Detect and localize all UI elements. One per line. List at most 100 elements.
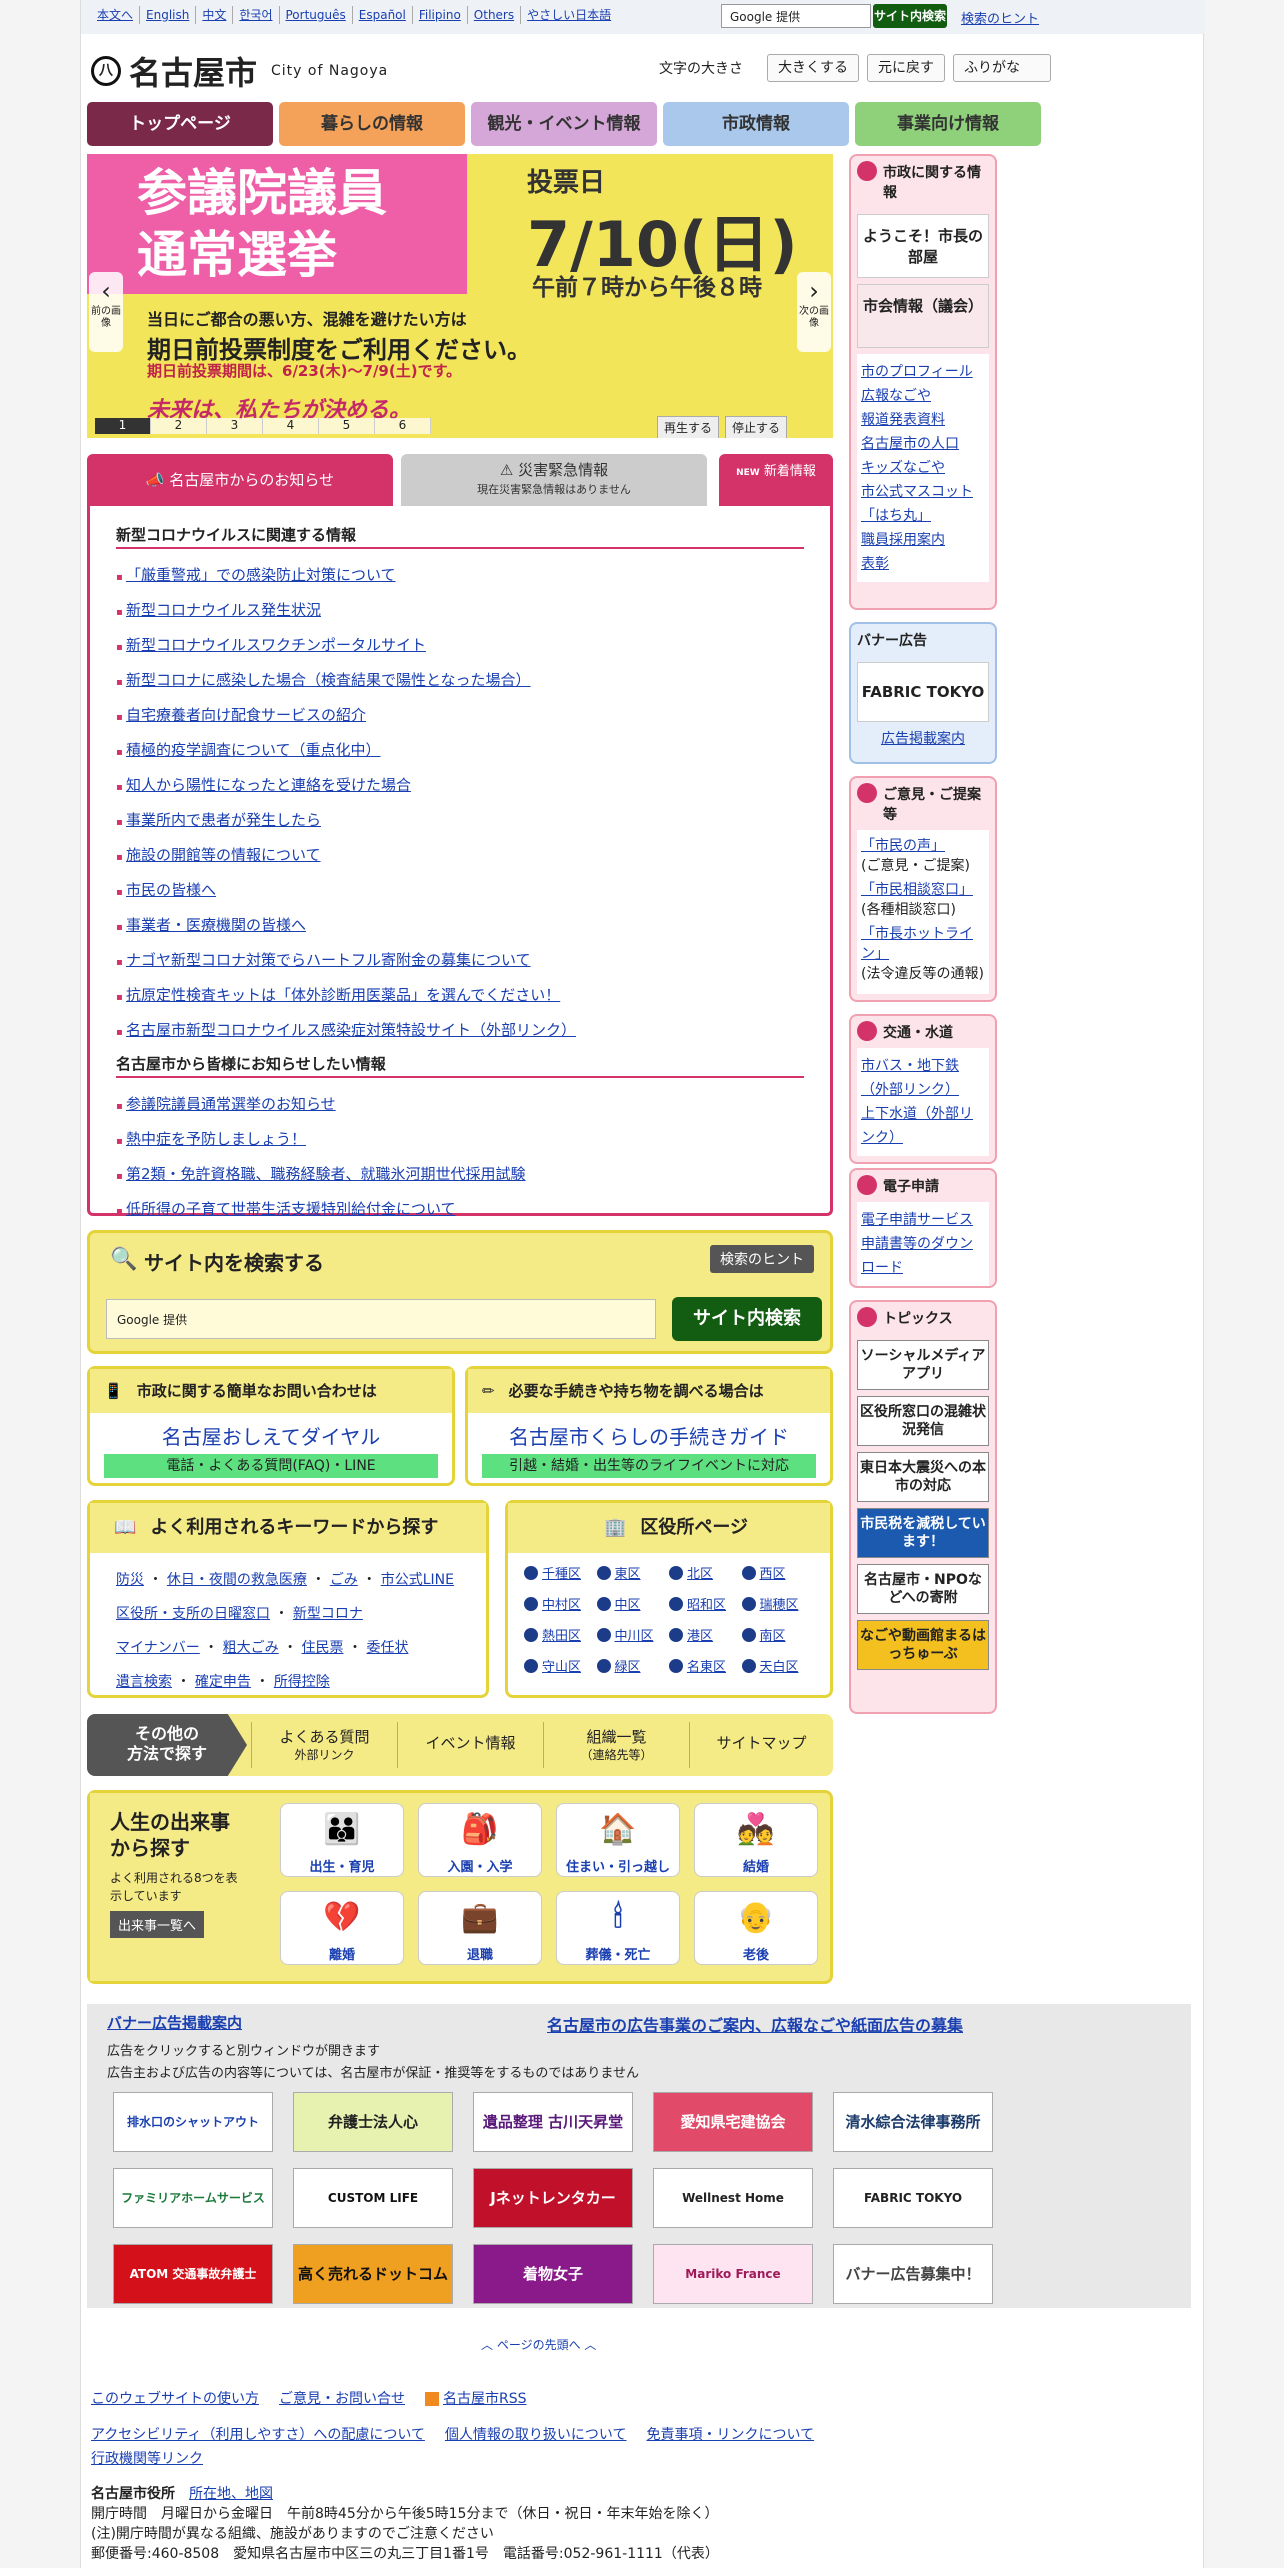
ward-link[interactable]: 東区 xyxy=(615,1563,641,1582)
ad-banner[interactable]: バナー広告募集中！ xyxy=(833,2244,993,2304)
slide-dot[interactable]: 2 xyxy=(151,418,207,434)
nav-business[interactable]: 事業向け情報 xyxy=(855,102,1041,146)
news-link[interactable]: 「厳重警戒」での感染防止対策について xyxy=(126,566,396,584)
nav-living[interactable]: 暮らしの情報 xyxy=(279,102,465,146)
ward-link[interactable]: 名東区 xyxy=(687,1656,726,1675)
keyword-link[interactable]: 委任状 xyxy=(366,1640,408,1656)
site-search-input[interactable]: Google 提供 xyxy=(106,1299,656,1339)
news-link[interactable]: 新型コロナウイルス発生状況 xyxy=(126,601,321,619)
topic-banner[interactable]: 名古屋市・NPOなどへの寄附 xyxy=(857,1564,989,1614)
slide-dot[interactable]: 1 xyxy=(95,418,151,434)
slide-dot[interactable]: 5 xyxy=(319,418,375,434)
ward-link[interactable]: 瑞穂区 xyxy=(760,1594,799,1613)
lang-link[interactable]: Português xyxy=(278,6,352,24)
ward-link[interactable]: 熱田区 xyxy=(542,1625,581,1644)
ad-banner[interactable]: FABRIC TOKYO xyxy=(833,2168,993,2228)
ad-guide-link[interactable]: バナー広告掲載案内 xyxy=(107,2012,242,2033)
council-link[interactable]: 市会情報（議会） xyxy=(857,284,989,348)
ad-banner[interactable]: 清水綜合法律事務所 xyxy=(833,2092,993,2152)
ward-item[interactable]: 守山区 xyxy=(524,1656,597,1675)
ad-banner[interactable]: ATOM 交通事故弁護士 xyxy=(113,2244,273,2304)
ad-banner[interactable]: CUSTOM LIFE xyxy=(293,2168,453,2228)
keyword-link[interactable]: 所得控除 xyxy=(274,1674,330,1690)
topic-banner[interactable]: 市民税を減税しています！ xyxy=(857,1508,989,1558)
topic-banner[interactable]: 東日本大震災への本市の対応 xyxy=(857,1452,989,1502)
page-top-link[interactable]: ︿ ページの先頭へ ︿ xyxy=(481,2336,596,2353)
ward-item[interactable]: 瑞穂区 xyxy=(741,1594,815,1613)
site-logo[interactable]: 八 名古屋市 City of Nagoya xyxy=(91,48,388,94)
news-link[interactable]: 知人から陽性になったと連絡を受けた場合 xyxy=(126,776,411,794)
city-info-link[interactable]: 市のプロフィール xyxy=(861,360,985,384)
city-info-link[interactable]: 職員採用案内 xyxy=(861,528,985,552)
footer-link[interactable]: アクセシビリティ（利用しやすさ）への配慮について xyxy=(91,2424,425,2444)
ward-link[interactable]: 中村区 xyxy=(542,1594,581,1613)
city-info-link[interactable]: 広報なごや xyxy=(861,384,985,408)
keyword-link[interactable]: ごみ xyxy=(330,1572,358,1588)
city-info-link[interactable]: 表彰 xyxy=(861,552,985,576)
ward-item[interactable]: 昭和区 xyxy=(669,1594,742,1613)
topic-banner[interactable]: 区役所窓口の混雑状況発信 xyxy=(857,1396,989,1446)
ad-info-link[interactable]: 広告掲載案内 xyxy=(851,728,995,748)
e-application-link[interactable]: 申請書等のダウンロード xyxy=(861,1232,985,1280)
ad-business-link[interactable]: 名古屋市の広告事業のご案内、広報なごや紙面広告の募集 xyxy=(547,2012,963,2036)
life-event-card[interactable]: 👪 出生・育児 xyxy=(280,1803,404,1877)
box-link[interactable]: 名古屋市くらしの手続きガイド xyxy=(468,1421,830,1450)
org-list-link[interactable]: 組織一覧 （連絡先等） xyxy=(543,1722,689,1768)
search-hint-button[interactable]: 検索のヒント xyxy=(710,1245,814,1273)
news-link[interactable]: ナゴヤ新型コロナ対策でらハートフル寄附金の募集について xyxy=(126,951,531,969)
ward-link[interactable]: 昭和区 xyxy=(687,1594,726,1613)
fabric-tokyo-ad[interactable]: FABRIC TOKYO xyxy=(857,662,989,722)
box-link[interactable]: 名古屋おしえてダイヤル xyxy=(90,1421,452,1450)
news-link[interactable]: 事業所内で患者が発生したら xyxy=(126,811,321,829)
keyword-link[interactable]: 遺言検索 xyxy=(116,1674,172,1690)
ward-link[interactable]: 西区 xyxy=(760,1563,786,1582)
topic-banner[interactable]: ソーシャルメディアアプリ xyxy=(857,1340,989,1390)
keyword-link[interactable]: 新型コロナ xyxy=(293,1606,363,1622)
news-link[interactable]: 参議院議員通常選挙のお知らせ xyxy=(126,1095,336,1113)
ward-item[interactable]: 千種区 xyxy=(524,1563,597,1582)
nav-top[interactable]: トップページ xyxy=(87,102,273,146)
nav-administration[interactable]: 市政情報 xyxy=(663,102,849,146)
lang-link[interactable]: 本文へ xyxy=(91,6,139,24)
news-link[interactable]: 新型コロナに感染した場合（検査結果で陽性となった場合） xyxy=(126,671,531,689)
ward-item[interactable]: 西区 xyxy=(741,1563,815,1582)
news-link[interactable]: 熱中症を予防しましょう！ xyxy=(126,1130,306,1148)
keyword-link[interactable]: 区役所・支所の日曜窓口 xyxy=(116,1606,270,1622)
ward-link[interactable]: 天白区 xyxy=(760,1656,799,1675)
faq-link[interactable]: よくある質問 外部リンク xyxy=(251,1722,397,1768)
footer-link[interactable]: 行政機関等リンク xyxy=(91,2451,203,2467)
topic-banner[interactable]: なごや動画館まるはっちゅーぶ xyxy=(857,1620,989,1670)
keyword-link[interactable]: マイナンバー xyxy=(116,1640,200,1656)
ad-banner[interactable]: 高く売れるドットコム xyxy=(293,2244,453,2304)
ward-item[interactable]: 東区 xyxy=(596,1563,670,1582)
life-event-card[interactable]: 🏠 住まい・引っ越し xyxy=(556,1803,680,1877)
footer-link[interactable]: ご意見・お問い合せ xyxy=(279,2388,405,2408)
news-link[interactable]: 抗原定性検査キットは「体外診断用医薬品」を選んでください！ xyxy=(126,986,560,1004)
hero-carousel[interactable]: 参議院議員 通常選挙 投票日 7/10(日) 午前７時から午後８時 当日にご都合の… xyxy=(87,154,833,438)
city-info-link[interactable]: 名古屋市の人口 xyxy=(861,432,985,456)
news-link[interactable]: 市民の皆様へ xyxy=(126,881,216,899)
ad-banner[interactable]: Jネットレンタカー xyxy=(473,2168,633,2228)
transport-link[interactable]: 上下水道（外部リンク） xyxy=(861,1102,985,1150)
life-event-card[interactable]: 💼 退職 xyxy=(418,1891,542,1965)
ward-item[interactable]: 緑区 xyxy=(596,1656,670,1675)
ad-banner[interactable]: ファミリアホームサービス xyxy=(113,2168,273,2228)
sitemap-link[interactable]: サイトマップ xyxy=(689,1722,833,1768)
search-hint-link[interactable]: 検索のヒント xyxy=(961,8,1039,27)
lang-link[interactable]: やさしい日本語 xyxy=(520,6,617,24)
ward-link[interactable]: 緑区 xyxy=(615,1656,641,1675)
ad-banner[interactable]: 遺品整理 古川天昇堂 xyxy=(473,2092,633,2152)
stop-button[interactable]: 停止する xyxy=(725,416,788,438)
ward-item[interactable]: 熱田区 xyxy=(524,1625,597,1644)
life-event-card[interactable]: 👴 老後 xyxy=(694,1891,818,1965)
ward-item[interactable]: 港区 xyxy=(669,1625,742,1644)
lang-link[interactable]: 한국어 xyxy=(232,6,278,24)
news-link[interactable]: 事業者・医療機関の皆様へ xyxy=(126,916,306,934)
site-search-button[interactable]: サイト内検索 xyxy=(672,1297,822,1341)
keyword-link[interactable]: 防災 xyxy=(116,1572,144,1588)
lang-link[interactable]: 中文 xyxy=(195,6,232,24)
life-event-card[interactable]: 🎒 入園・入学 xyxy=(418,1803,542,1877)
ward-link[interactable]: 中区 xyxy=(615,1594,641,1613)
lang-link[interactable]: Español xyxy=(351,6,412,24)
news-link[interactable]: 低所得の子育て世帯生活支援特別給付金について xyxy=(126,1200,456,1218)
